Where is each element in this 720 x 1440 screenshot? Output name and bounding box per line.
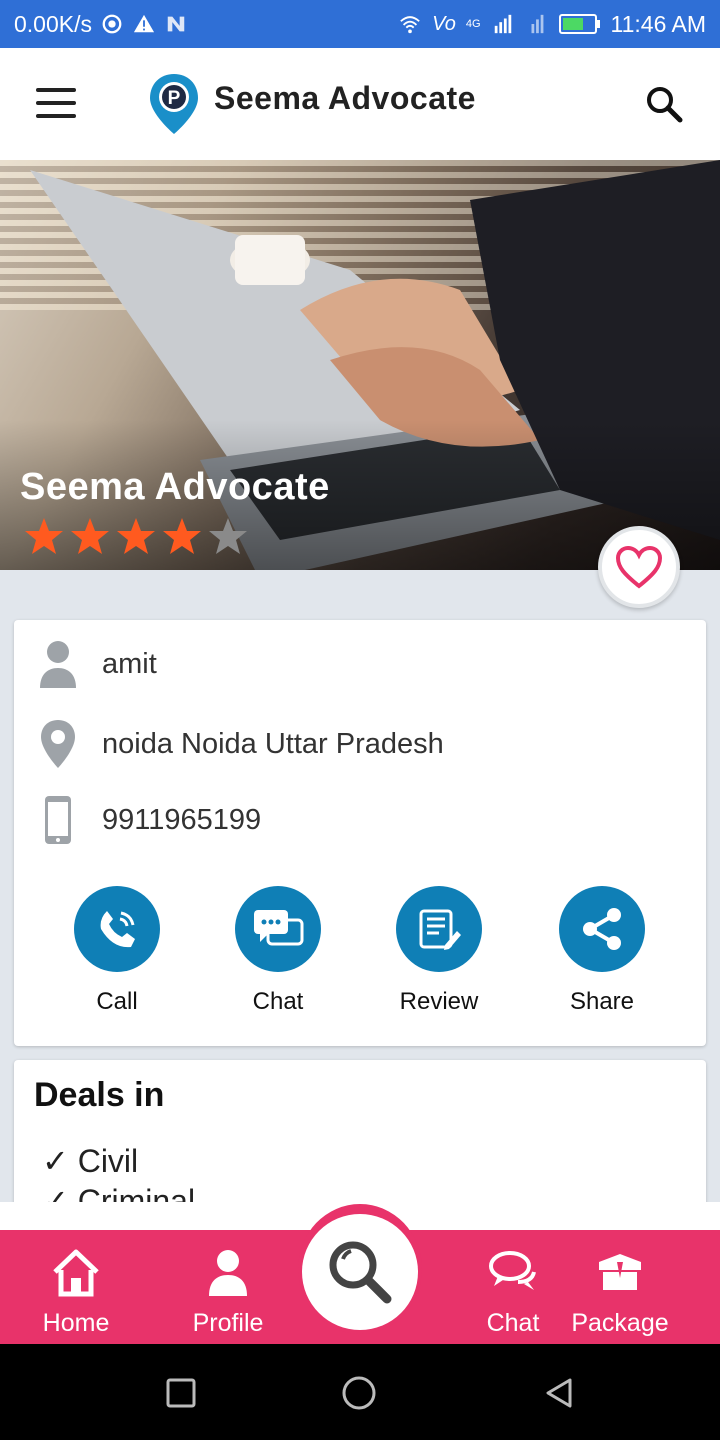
rating-stars xyxy=(24,516,248,556)
nav-home-label: Home xyxy=(42,1309,110,1337)
share-button[interactable]: Share xyxy=(532,886,672,1016)
star-filled-icon xyxy=(71,518,109,554)
warning-icon xyxy=(133,14,155,33)
person-icon xyxy=(40,641,76,688)
volte-label: Vo xyxy=(432,12,456,35)
profile-name: Seema Advocate xyxy=(20,466,330,508)
home-circle-icon[interactable] xyxy=(342,1376,376,1410)
contact-row: amit xyxy=(14,634,706,694)
back-icon[interactable] xyxy=(542,1376,576,1410)
network-type-label: 4G xyxy=(465,18,481,30)
address-text: noida Noida Uttar Pradesh xyxy=(102,727,444,760)
share-icon xyxy=(583,908,621,950)
chat-label: Chat xyxy=(252,988,304,1015)
app-title: Seema Advocate xyxy=(214,80,476,116)
contact-name: amit xyxy=(102,647,157,680)
heart-icon xyxy=(615,545,663,589)
network-speed: 0.00K/s xyxy=(14,10,92,37)
phone-icon xyxy=(100,911,135,948)
location-pin-icon xyxy=(41,720,75,768)
mobile-phone-icon xyxy=(45,796,71,844)
nav-package[interactable]: Package xyxy=(568,1248,672,1338)
nav-profile-label: Profile xyxy=(192,1309,264,1337)
phone-number: 9911965199 xyxy=(102,803,262,836)
center-search-button[interactable] xyxy=(302,1214,418,1330)
star-filled-icon xyxy=(117,518,155,554)
search-icon xyxy=(329,1241,392,1304)
review-icon xyxy=(419,909,461,950)
deals-heading: Deals in xyxy=(34,1076,165,1114)
home-icon xyxy=(53,1249,99,1297)
recent-apps-icon[interactable] xyxy=(164,1376,198,1410)
n-app-icon xyxy=(167,16,185,32)
chat-button[interactable]: Chat xyxy=(208,886,348,1016)
signal-2-icon xyxy=(531,14,543,34)
chat-bubbles-icon xyxy=(254,910,304,946)
star-empty-icon xyxy=(209,518,247,554)
action-buttons: Call Chat Review Share xyxy=(14,886,706,1026)
call-label: Call xyxy=(96,988,138,1015)
battery-icon xyxy=(558,14,600,34)
star-filled-icon xyxy=(25,518,63,554)
hero-image: Seema Advocate xyxy=(0,160,720,570)
address-row: noida Noida Uttar Pradesh xyxy=(14,714,706,774)
nav-chat[interactable]: Chat xyxy=(473,1248,553,1338)
app-bar: P Seema Advocate xyxy=(0,48,720,160)
details-card: amit noida Noida Uttar Pradesh 991196519… xyxy=(14,620,706,1046)
favorite-button[interactable] xyxy=(598,526,680,608)
nav-profile[interactable]: Profile xyxy=(188,1248,268,1338)
review-button[interactable]: Review xyxy=(369,886,509,1016)
clock: 11:46 AM xyxy=(610,10,706,37)
nav-package-label: Package xyxy=(571,1309,669,1337)
chat-icon xyxy=(489,1251,536,1290)
star-filled-icon xyxy=(163,518,201,554)
deal-item: ✓ Civil xyxy=(42,1143,139,1179)
system-navigation-bar xyxy=(0,1344,720,1440)
app-logo: P xyxy=(150,74,198,134)
review-label: Review xyxy=(399,988,479,1015)
package-icon xyxy=(599,1254,641,1290)
call-button[interactable]: Call xyxy=(47,886,187,1016)
wifi-icon xyxy=(400,16,420,34)
deals-card: Deals in ✓ Civil ✓ Criminal xyxy=(14,1060,706,1210)
share-label: Share xyxy=(569,988,635,1015)
logo-letter: P xyxy=(168,88,181,109)
nav-chat-label: Chat xyxy=(486,1309,540,1337)
profile-icon xyxy=(209,1250,247,1296)
status-bar: 0.00K/s Vo 4G 11:46 AM xyxy=(0,0,720,48)
nav-home[interactable]: Home xyxy=(36,1248,116,1338)
phone-row[interactable]: 9911965199 xyxy=(14,790,706,850)
search-icon[interactable] xyxy=(644,84,684,124)
signal-icon xyxy=(494,14,511,34)
whatsapp-icon xyxy=(102,14,122,34)
menu-icon[interactable] xyxy=(36,88,76,118)
